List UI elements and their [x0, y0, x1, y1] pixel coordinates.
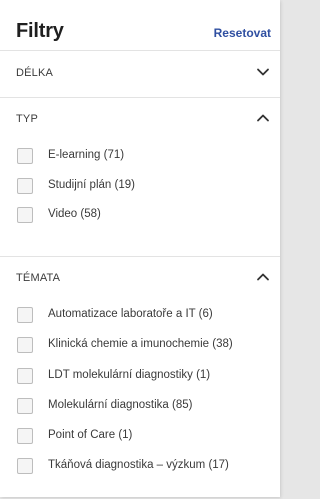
- option-ldt[interactable]: LDT molekulární diagnostiky (1): [17, 367, 272, 387]
- divider: [0, 50, 280, 51]
- option-label: Automatizace laboratoře a IT (6): [48, 308, 213, 320]
- filter-title: Filtry: [16, 20, 64, 42]
- section-label-typ: TYP: [16, 113, 38, 125]
- checkbox[interactable]: [17, 368, 33, 384]
- checkbox[interactable]: [17, 148, 33, 164]
- reset-button[interactable]: Resetovat: [214, 26, 271, 40]
- chevron-down-icon: [256, 67, 270, 77]
- option-studijni-plan[interactable]: Studijní plán (19): [17, 177, 272, 197]
- checkbox[interactable]: [17, 428, 33, 444]
- option-label: LDT molekulární diagnostiky (1): [48, 369, 211, 381]
- checkbox[interactable]: [17, 207, 33, 223]
- option-label: Video (58): [48, 208, 101, 220]
- chevron-up-icon: [256, 272, 270, 282]
- checkbox[interactable]: [17, 307, 33, 323]
- option-label: Tkáňová diagnostika – výzkum (17): [48, 459, 229, 471]
- option-molekularni[interactable]: Molekulární diagnostika (85): [17, 397, 272, 417]
- section-label-temata: TÉMATA: [16, 272, 61, 284]
- option-label: Point of Care (1): [48, 429, 133, 441]
- option-point-of-care[interactable]: Point of Care (1): [17, 427, 272, 447]
- checkbox[interactable]: [17, 398, 33, 414]
- checkbox[interactable]: [17, 458, 33, 474]
- divider: [0, 256, 280, 257]
- section-label-delka: DÉLKA: [16, 67, 54, 79]
- option-label: E-learning (71): [48, 149, 125, 161]
- option-label: Molekulární diagnostika (85): [48, 399, 193, 411]
- section-header-temata[interactable]: TÉMATA: [0, 265, 280, 291]
- checkbox[interactable]: [17, 337, 33, 353]
- checkbox[interactable]: [17, 178, 33, 194]
- filter-header: Filtry Resetovat: [0, 0, 280, 48]
- filter-panel: Filtry Resetovat DÉLKA TYP E-learning (7…: [0, 0, 280, 497]
- section-header-typ[interactable]: TYP: [0, 106, 280, 132]
- option-label: Studijní plán (19): [48, 179, 135, 191]
- section-header-delka[interactable]: DÉLKA: [0, 60, 280, 86]
- option-klinicka-chemie[interactable]: Klinická chemie a imunochemie (38): [17, 336, 272, 356]
- divider: [0, 97, 280, 98]
- option-e-learning[interactable]: E-learning (71): [17, 147, 272, 167]
- option-tkanova[interactable]: Tkáňová diagnostika – výzkum (17): [17, 457, 272, 477]
- option-automatizace[interactable]: Automatizace laboratoře a IT (6): [17, 306, 272, 326]
- chevron-up-icon: [256, 113, 270, 123]
- option-label: Klinická chemie a imunochemie (38): [48, 338, 233, 350]
- option-video[interactable]: Video (58): [17, 206, 272, 226]
